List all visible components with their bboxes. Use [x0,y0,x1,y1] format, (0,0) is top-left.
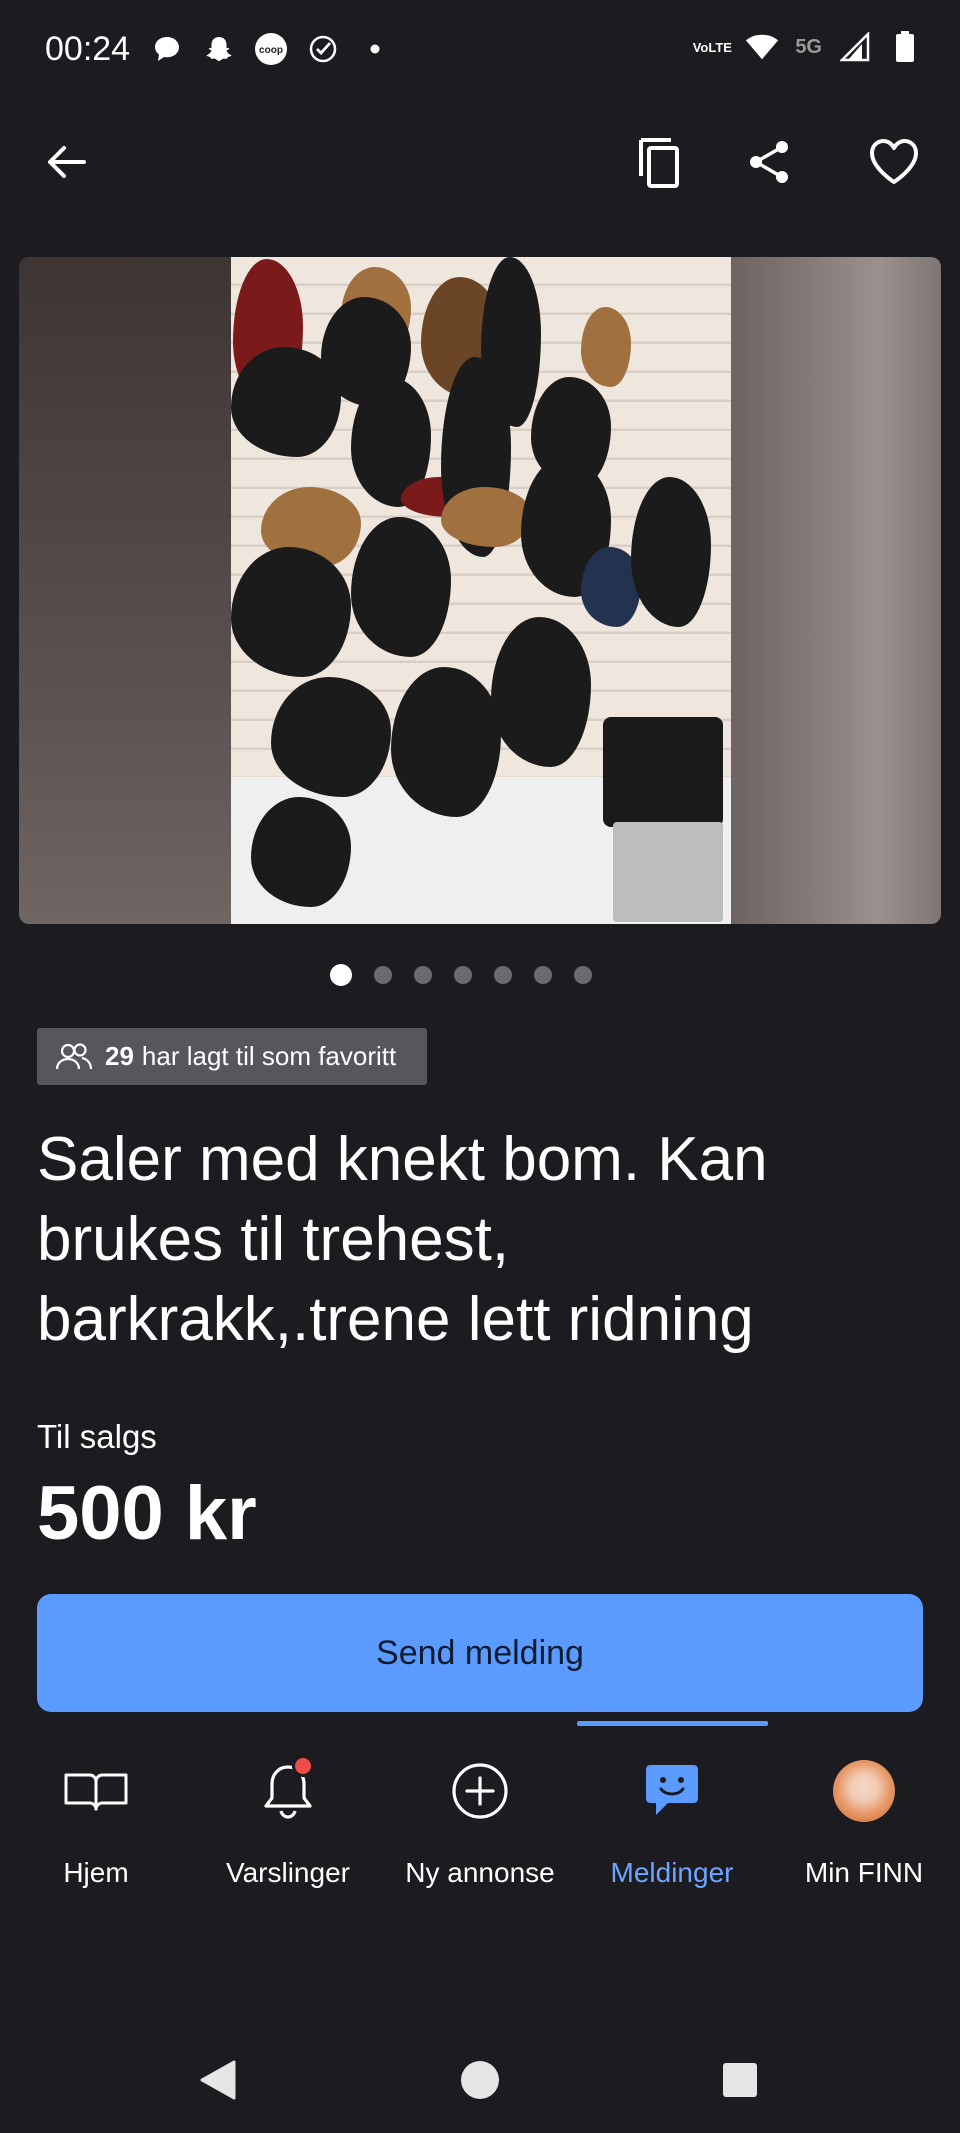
wifi-icon [745,30,779,64]
listing-photo[interactable] [231,257,731,924]
dot-icon [358,32,392,66]
home-circle-icon [461,2061,499,2099]
message-icon [632,1751,712,1831]
pagination-dot[interactable] [374,966,392,984]
photo-saddle [441,487,531,547]
system-back-button[interactable] [188,2050,248,2110]
coop-icon-text: coop [259,45,283,56]
copy-icon [639,138,679,188]
sale-type-label: Til salgs [37,1418,157,1455]
pagination-dot-active[interactable] [330,964,352,986]
nav-item-varslinger[interactable]: Varslinger [192,1735,384,1895]
image-carousel[interactable] [19,257,941,924]
photo-bin [613,822,723,922]
status-time: 00:24 [45,30,131,68]
photo-saddle [491,617,591,767]
copy-button[interactable] [620,122,700,202]
nav-item-ny-annonse[interactable]: Ny annonse [384,1735,576,1895]
nav-item-meldinger[interactable]: Meldinger [576,1735,768,1895]
carousel-blur-right [731,257,941,924]
listing-title: Saler med knekt bom. Kan brukes til treh… [37,1125,768,1354]
favorites-text: har lagt til som favoritt [141,1041,397,1071]
nav-label-ny-annonse: Ny annonse [405,1857,555,1888]
notification-dot [292,1755,314,1777]
nav-label-hjem: Hjem [63,1857,129,1888]
back-triangle-icon [200,2060,236,2100]
check-circle-icon [306,32,340,66]
status-bar: 00:24 coop Vo LTE 5G [0,0,960,100]
pagination-dot[interactable] [534,966,552,984]
chat-bubble-icon [150,32,184,66]
share-icon [750,141,788,183]
photo-saddle [231,547,351,677]
nav-item-min-finn[interactable]: Min FINN [768,1735,960,1895]
heart-icon [870,139,918,184]
photo-saddle [271,677,391,797]
nav-label-varslinger: Varslinger [226,1857,350,1888]
people-icon [55,1042,93,1069]
status-notification-icons: coop [150,32,392,66]
status-system-icons: Vo LTE 5G [692,30,922,64]
favorites-badge: 29 har lagt til som favoritt [37,1028,427,1085]
system-navigation [0,2040,960,2120]
nav-label-meldinger: Meldinger [610,1857,734,1888]
battery-icon [888,30,922,64]
send-message-button[interactable]: Send melding [37,1594,923,1712]
photo-saddle [391,667,501,817]
carousel-pagination [0,964,960,986]
back-arrow-icon [48,146,86,178]
bottom-navigation: Hjem Varslinger Ny annonse Meldinger Min… [0,1735,960,1895]
pagination-dot[interactable] [454,966,472,984]
plus-circle-icon [440,1751,520,1831]
listing-price: 500 kr [37,1471,257,1556]
nav-active-indicator [577,1721,768,1726]
avatar [833,1760,895,1822]
back-button[interactable] [26,122,106,202]
snapchat-icon [202,32,236,66]
book-icon [56,1751,136,1831]
photo-saddle [581,307,631,387]
photo-saddle [351,517,451,657]
app-bar [0,110,960,220]
bell-icon [248,1751,328,1831]
pagination-dot[interactable] [494,966,512,984]
recents-square-icon [723,2063,757,2097]
favorite-button[interactable] [854,122,934,202]
volte-line1: Vo [692,39,709,55]
carousel-blur-left [19,257,231,924]
pagination-dot[interactable] [414,966,432,984]
network-type: 5G [795,35,822,58]
system-home-button[interactable] [450,2050,510,2110]
photo-saddle [631,477,711,627]
photo-saddle [231,347,341,457]
nav-item-hjem[interactable]: Hjem [0,1735,192,1895]
coop-icon: coop [254,32,288,66]
share-button[interactable] [730,122,810,202]
photo-tack-box [603,717,723,827]
nav-label-min-finn: Min FINN [804,1857,924,1888]
avatar-wrapper [824,1751,904,1831]
system-recents-button[interactable] [710,2050,770,2110]
signal-icon [838,30,872,64]
volte-icon: Vo LTE [692,30,732,64]
photo-saddle [251,797,351,907]
pagination-dot[interactable] [574,966,592,984]
volte-line2: LTE [708,39,732,55]
favorites-count: 29 [105,1041,134,1071]
